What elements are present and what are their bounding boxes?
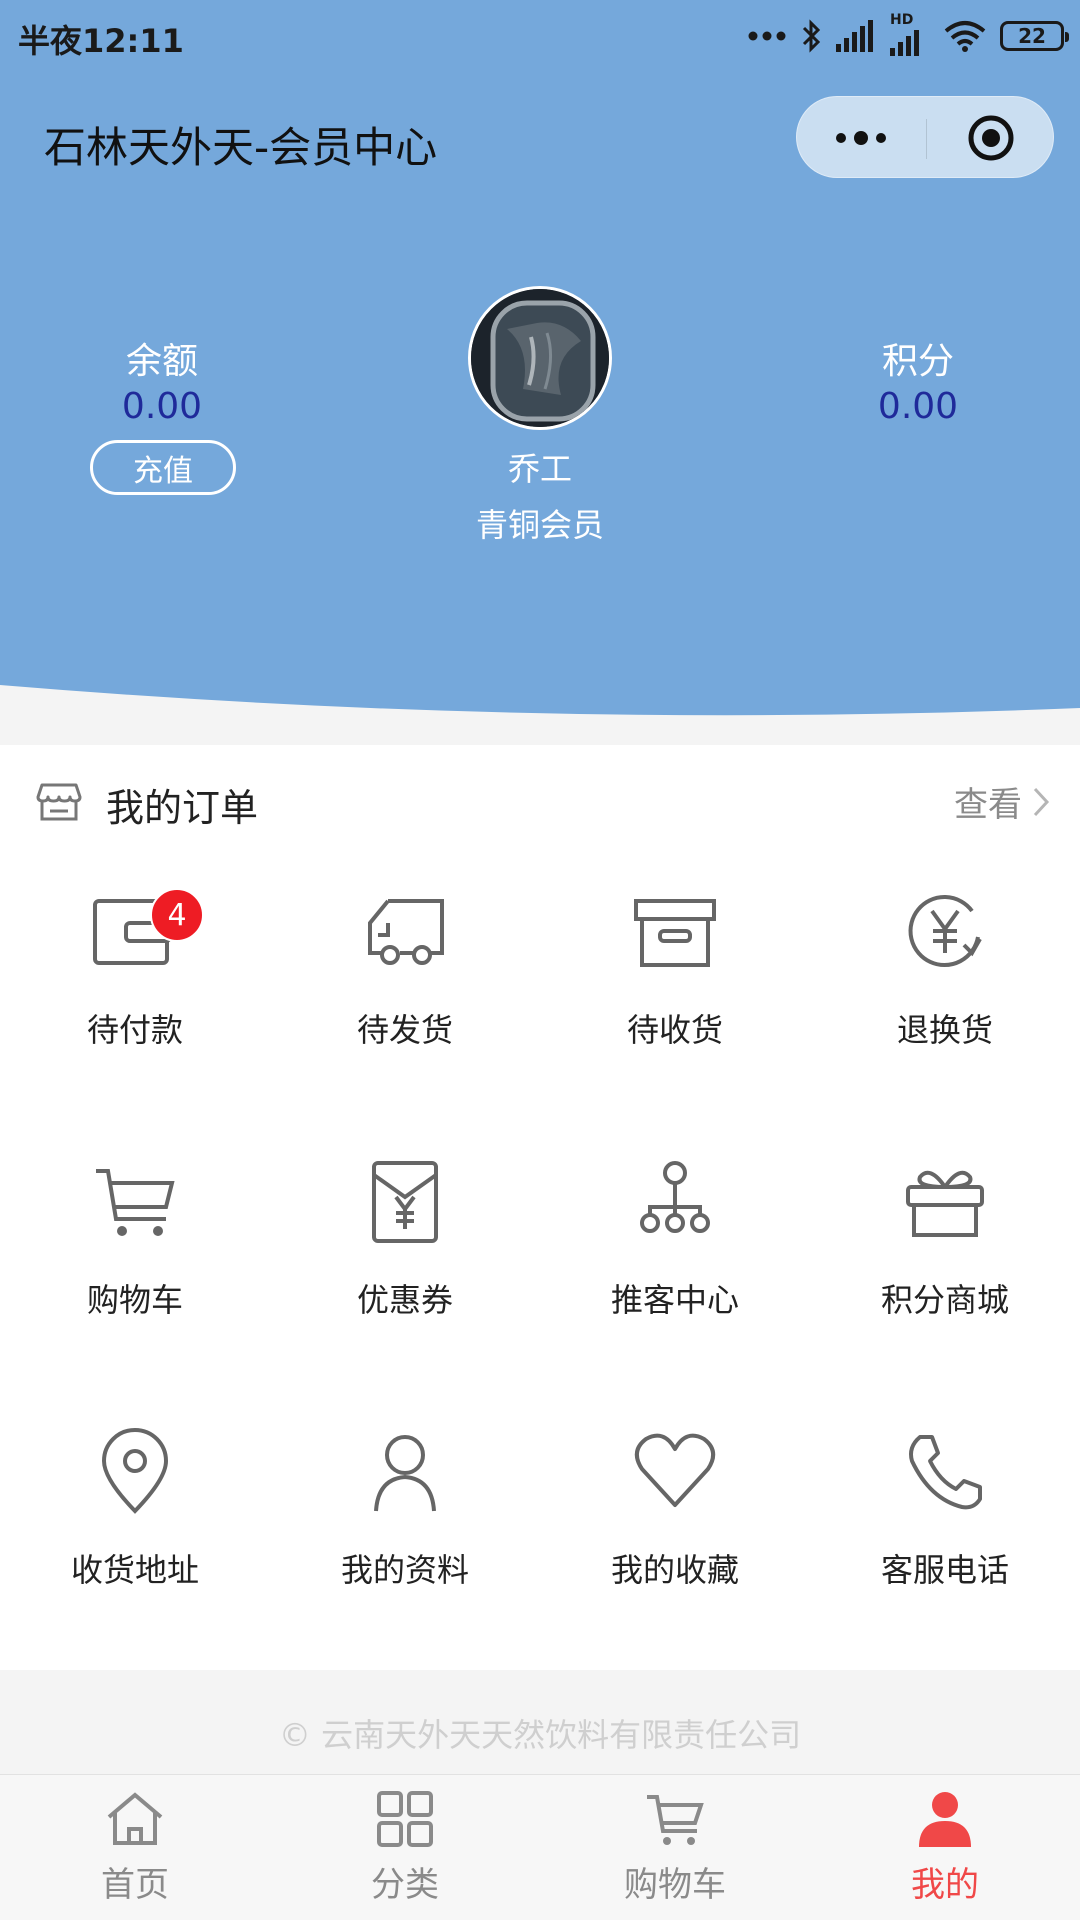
- signal-icon: [836, 20, 873, 52]
- points-label: 积分: [881, 341, 954, 382]
- location-icon: [101, 1428, 169, 1514]
- order-item-label: 退换货: [896, 1011, 993, 1049]
- order-pending-receipt[interactable]: 待收货: [540, 857, 810, 1127]
- page-title: 石林天外天-会员中心: [44, 123, 438, 172]
- recharge-button[interactable]: 充值: [90, 440, 236, 495]
- orders-title: 我的订单: [106, 786, 259, 830]
- points-value: 0.00: [877, 386, 959, 427]
- tab-category[interactable]: 分类: [270, 1775, 540, 1920]
- pending-payment-badge: 4: [150, 888, 204, 942]
- box-icon: [634, 899, 716, 967]
- hd-signal-icon: HD: [890, 12, 930, 56]
- order-pending-payment[interactable]: 4 待付款: [0, 857, 270, 1127]
- user-icon: [374, 1435, 436, 1512]
- heart-icon: [634, 1433, 716, 1507]
- battery-icon: 22: [1000, 21, 1069, 51]
- points-mall-entry[interactable]: 积分商城: [810, 1127, 1080, 1397]
- points-block[interactable]: 积分 0.00: [848, 332, 988, 427]
- tab-label: 分类: [371, 1865, 439, 1905]
- order-item-label: 我的资料: [340, 1551, 469, 1589]
- yen-refund-icon: [908, 895, 982, 968]
- more-dots-icon: [836, 131, 886, 145]
- user-name: 乔工: [507, 450, 572, 488]
- balance-value: 0.00: [121, 386, 203, 427]
- shopping-cart-entry[interactable]: 购物车: [0, 1127, 270, 1397]
- order-item-label: 待付款: [86, 1011, 183, 1049]
- navigation-bar: 石林天外天-会员中心: [0, 96, 1080, 180]
- copyright-text: © 云南天外天天然饮料有限责任公司: [278, 1716, 802, 1754]
- orders-panel: 我的订单 查看 4 待付款 待发货 待收货 退换货 购物车 优惠券 推客中心 积…: [0, 745, 1080, 1670]
- order-item-label: 推客中心: [610, 1281, 739, 1319]
- promoter-center-entry[interactable]: 推客中心: [540, 1127, 810, 1397]
- home-icon: [107, 1792, 163, 1845]
- order-item-label: 积分商城: [880, 1281, 1009, 1319]
- tab-label: 首页: [101, 1865, 169, 1905]
- phone-icon: [909, 1435, 982, 1510]
- header-hero: 半夜12:11 HD 22 石林天外天-会员中心 余额 0.00 充值 乔工 青…: [0, 0, 1080, 745]
- order-item-label: 购物车: [86, 1281, 183, 1319]
- member-center-page: 半夜12:11 HD 22 石林天外天-会员中心 余额 0.00 充值 乔工 青…: [0, 0, 1080, 1920]
- cart-icon: [647, 1795, 704, 1845]
- mini-program-capsule: [796, 96, 1054, 178]
- order-pending-shipment[interactable]: 待发货: [270, 857, 540, 1127]
- wifi-icon: [944, 21, 986, 52]
- person-icon: [919, 1792, 971, 1847]
- truck-icon: [368, 899, 444, 965]
- avatar[interactable]: [468, 286, 612, 430]
- view-label: 查看: [954, 785, 1022, 825]
- more-button[interactable]: [797, 97, 925, 179]
- tab-cart[interactable]: 购物车: [540, 1775, 810, 1920]
- tab-label: 购物车: [624, 1865, 726, 1905]
- status-time: 半夜12:11: [18, 22, 184, 60]
- cart-icon: [96, 1169, 175, 1236]
- my-favorites-entry[interactable]: 我的收藏: [540, 1397, 810, 1667]
- view-all-orders-link[interactable]: 查看: [954, 777, 1050, 826]
- grid-icon: [377, 1791, 433, 1847]
- target-close-icon: [968, 115, 1014, 161]
- network-icon: [640, 1161, 710, 1233]
- shop-icon: [36, 783, 82, 821]
- bluetooth-icon: [802, 19, 821, 53]
- tab-label: 我的: [911, 1865, 979, 1905]
- coupon-entry[interactable]: 优惠券: [270, 1127, 540, 1397]
- balance-label: 余额: [125, 341, 198, 382]
- order-item-label: 收货地址: [70, 1551, 199, 1589]
- chevron-right-icon: [1033, 787, 1050, 816]
- battery-level: 22: [1018, 24, 1046, 48]
- bottom-tab-bar: 首页 分类 购物车 我的: [0, 1774, 1080, 1920]
- notification-dots-icon: [748, 31, 786, 41]
- order-item-label: 待发货: [356, 1011, 453, 1049]
- order-item-label: 优惠券: [356, 1281, 453, 1319]
- status-icons: HD 22: [748, 12, 1069, 58]
- status-bar: 半夜12:11 HD 22: [0, 0, 1080, 74]
- order-item-label: 待收货: [626, 1011, 723, 1049]
- close-button[interactable]: [927, 97, 1055, 179]
- order-item-label: 我的收藏: [610, 1551, 739, 1589]
- customer-service-phone-entry[interactable]: 客服电话: [810, 1397, 1080, 1667]
- order-return-exchange[interactable]: 退换货: [810, 857, 1080, 1127]
- tab-home[interactable]: 首页: [0, 1775, 270, 1920]
- balance-block[interactable]: 余额 0.00: [92, 332, 232, 427]
- order-item-label: 客服电话: [880, 1551, 1009, 1589]
- shipping-address-entry[interactable]: 收货地址: [0, 1397, 270, 1667]
- network-label: HD: [890, 12, 914, 28]
- avatar-photo: [471, 289, 609, 427]
- member-level: 青铜会员: [475, 506, 604, 544]
- orders-header: 我的订单 查看: [0, 745, 1080, 857]
- tab-mine[interactable]: 我的: [810, 1775, 1080, 1920]
- my-profile-entry[interactable]: 我的资料: [270, 1397, 540, 1667]
- gift-icon: [906, 1170, 984, 1237]
- coupon-icon: [372, 1161, 438, 1243]
